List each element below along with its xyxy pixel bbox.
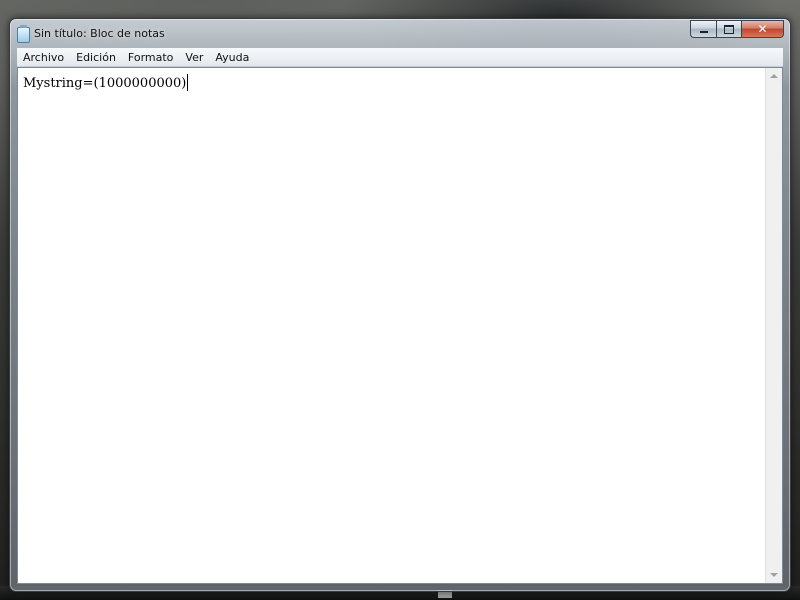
- close-button[interactable]: ✕: [741, 20, 784, 38]
- editor-text-area[interactable]: Mystring=(1000000000): [23, 74, 762, 583]
- close-icon: ✕: [757, 22, 768, 36]
- menu-formato[interactable]: Formato: [122, 48, 180, 67]
- maximize-icon: [724, 24, 734, 34]
- window-controls: ✕: [690, 20, 784, 39]
- notepad-app-icon[interactable]: [17, 25, 30, 43]
- vertical-scrollbar[interactable]: [765, 68, 782, 583]
- menu-archivo[interactable]: Archivo: [17, 48, 70, 67]
- arrow-down-icon: [770, 573, 778, 577]
- menu-ver[interactable]: Ver: [179, 48, 209, 67]
- maximize-button[interactable]: [716, 20, 741, 38]
- notepad-window: Sin título: Bloc de notas ✕ Archivo Edic…: [9, 18, 791, 592]
- minimize-icon: [699, 31, 708, 33]
- menu-ayuda[interactable]: Ayuda: [209, 48, 255, 67]
- menu-bar: Archivo Edición Formato Ver Ayuda: [17, 48, 783, 67]
- minimize-button[interactable]: [690, 20, 716, 38]
- menu-edicion[interactable]: Edición: [70, 48, 122, 67]
- text-editor[interactable]: Mystring=(1000000000): [17, 67, 783, 584]
- scroll-up-button[interactable]: [766, 68, 782, 84]
- scroll-down-button[interactable]: [766, 567, 782, 583]
- title-bar[interactable]: Sin título: Bloc de notas ✕: [10, 19, 790, 48]
- window-title: Sin título: Bloc de notas: [34, 27, 165, 40]
- editor-content: Mystring=(1000000000): [23, 76, 187, 91]
- text-caret: [187, 74, 189, 91]
- arrow-up-icon: [770, 74, 778, 78]
